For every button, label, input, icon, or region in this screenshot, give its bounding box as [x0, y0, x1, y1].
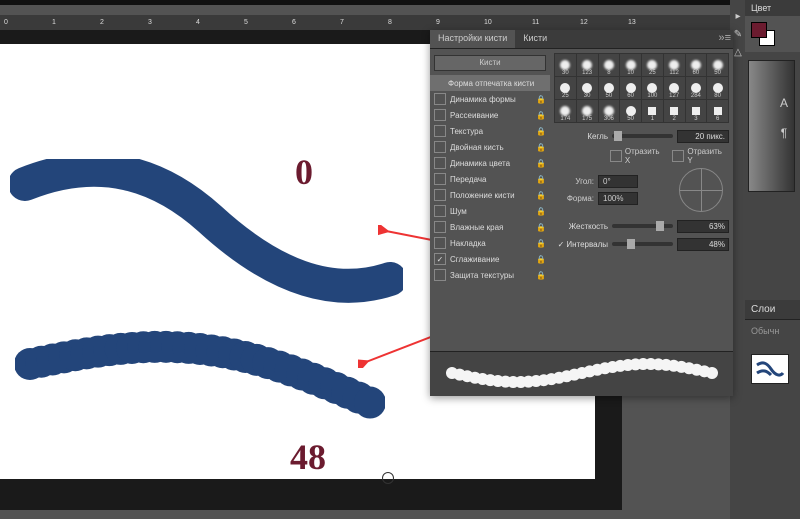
flip-y-checkbox[interactable]: [672, 150, 684, 162]
brush-preset[interactable]: 3: [686, 100, 707, 122]
color-panel: Цвет: [745, 0, 800, 52]
brush-stroke-smooth: [10, 159, 403, 304]
brush-preset[interactable]: 306: [599, 100, 620, 122]
layers-panel-title: Слои: [745, 300, 800, 320]
brush-toggle-icon[interactable]: ✎: [732, 28, 744, 40]
lock-icon[interactable]: 🔒: [536, 255, 546, 264]
brush-category[interactable]: Накладка🔒: [430, 235, 550, 251]
brush-category[interactable]: ✓Сглаживание🔒: [430, 251, 550, 267]
size-label: Кегль: [554, 132, 608, 141]
lock-icon[interactable]: 🔒: [536, 111, 546, 120]
brush-preset[interactable]: 50: [707, 54, 728, 76]
spacing-value[interactable]: 48%: [677, 238, 729, 251]
brush-preset[interactable]: 123: [577, 54, 598, 76]
brush-preset[interactable]: 30: [577, 77, 598, 99]
brush-preset[interactable]: 8: [599, 54, 620, 76]
brush-preset[interactable]: 175: [577, 100, 598, 122]
angle-label: Угол:: [554, 177, 594, 186]
spacing-slider[interactable]: [612, 242, 673, 246]
annotation-bottom: 48: [290, 439, 326, 475]
brush-category[interactable]: Двойная кисть🔒: [430, 139, 550, 155]
play-icon[interactable]: ▸: [732, 10, 744, 22]
warning-icon[interactable]: △: [732, 46, 744, 58]
brush-preset[interactable]: 25: [555, 77, 576, 99]
brush-preset[interactable]: 1: [642, 100, 663, 122]
brush-cursor: [382, 472, 394, 484]
flip-x-label: Отразить X: [625, 147, 667, 165]
lock-icon[interactable]: 🔒: [536, 127, 546, 136]
brush-preset[interactable]: 2: [664, 100, 685, 122]
brush-preset[interactable]: 30: [555, 54, 576, 76]
brush-preset[interactable]: 6: [707, 100, 728, 122]
color-panel-title: Цвет: [745, 0, 800, 16]
roundness-value[interactable]: 100%: [598, 192, 638, 205]
brush-category[interactable]: Динамика формы🔒: [430, 91, 550, 107]
angle-control[interactable]: [679, 168, 723, 212]
brush-preset[interactable]: 127: [664, 77, 685, 99]
hardness-label: Жесткость: [554, 222, 608, 231]
roundness-label: Форма:: [554, 194, 594, 203]
layer-thumbnail[interactable]: [751, 354, 789, 384]
lock-icon[interactable]: 🔒: [536, 207, 546, 216]
size-slider[interactable]: [612, 134, 673, 138]
brush-preset[interactable]: 25: [642, 54, 663, 76]
tab-brush-settings[interactable]: Настройки кисти: [430, 30, 515, 48]
flip-y-label: Отразить Y: [687, 147, 729, 165]
brush-stroke-spaced: [15, 314, 385, 444]
type-panel-icon[interactable]: A: [776, 95, 792, 111]
brush-category[interactable]: Рассеивание🔒: [430, 107, 550, 123]
brush-preset-grid: 3012381025112605025305060100127284801741…: [554, 53, 729, 123]
panel-flyout-icon[interactable]: »≡: [718, 32, 731, 44]
tab-brushes[interactable]: Кисти: [515, 30, 555, 48]
angle-value[interactable]: 0°: [598, 175, 638, 188]
brush-preset[interactable]: 100: [642, 77, 663, 99]
paragraph-panel-icon[interactable]: ¶: [776, 125, 792, 141]
brush-stroke-preview: [430, 351, 733, 396]
lock-icon[interactable]: 🔒: [536, 143, 546, 152]
brush-category[interactable]: Передача🔒: [430, 171, 550, 187]
brush-preset[interactable]: 50: [599, 77, 620, 99]
annotation-top: 0: [295, 154, 313, 190]
horizontal-ruler: 012345678910111213: [0, 15, 730, 31]
brush-preset[interactable]: 50: [620, 100, 641, 122]
brush-categories: Кисти Форма отпечатка кистиДинамика форм…: [430, 49, 550, 349]
brush-category[interactable]: Положение кисти🔒: [430, 187, 550, 203]
lock-icon[interactable]: 🔒: [536, 271, 546, 280]
lock-icon[interactable]: 🔒: [536, 175, 546, 184]
brush-category[interactable]: Влажные края🔒: [430, 219, 550, 235]
lock-icon[interactable]: 🔒: [536, 223, 546, 232]
brush-preset[interactable]: 80: [707, 77, 728, 99]
flip-x-checkbox[interactable]: [610, 150, 622, 162]
lock-icon[interactable]: 🔒: [536, 191, 546, 200]
size-value[interactable]: 20 пикс.: [677, 130, 729, 143]
lock-icon[interactable]: 🔒: [536, 239, 546, 248]
fg-bg-swatch[interactable]: [751, 22, 773, 44]
brush-preset[interactable]: 60: [686, 54, 707, 76]
lock-icon[interactable]: 🔒: [536, 95, 546, 104]
brush-preset[interactable]: 112: [664, 54, 685, 76]
spacing-checkbox[interactable]: ✓: [558, 240, 565, 249]
options-bar: [0, 5, 730, 15]
brush-preset[interactable]: 60: [620, 77, 641, 99]
lock-icon[interactable]: 🔒: [536, 159, 546, 168]
spacing-label: Интервалы: [566, 240, 608, 249]
brush-category[interactable]: Форма отпечатка кисти: [430, 75, 550, 91]
brush-preset[interactable]: 10: [620, 54, 641, 76]
hardness-slider[interactable]: [612, 224, 673, 228]
brush-preset[interactable]: 284: [686, 77, 707, 99]
brush-category[interactable]: Динамика цвета🔒: [430, 155, 550, 171]
layers-panel: Слои Обычн: [745, 300, 800, 519]
brush-category[interactable]: Шум🔒: [430, 203, 550, 219]
blend-mode[interactable]: Обычн: [751, 326, 794, 336]
hardness-value[interactable]: 63%: [677, 220, 729, 233]
brush-category[interactable]: Защита текстуры🔒: [430, 267, 550, 283]
brush-preset[interactable]: 174: [555, 100, 576, 122]
brushes-button[interactable]: Кисти: [434, 55, 546, 71]
brush-category[interactable]: Текстура🔒: [430, 123, 550, 139]
brush-settings-panel: Настройки кисти Кисти »≡ Кисти Форма отп…: [430, 30, 733, 396]
right-sidebar: ▸ ✎ △ Цвет A ¶ Слои Обычн: [730, 0, 800, 519]
